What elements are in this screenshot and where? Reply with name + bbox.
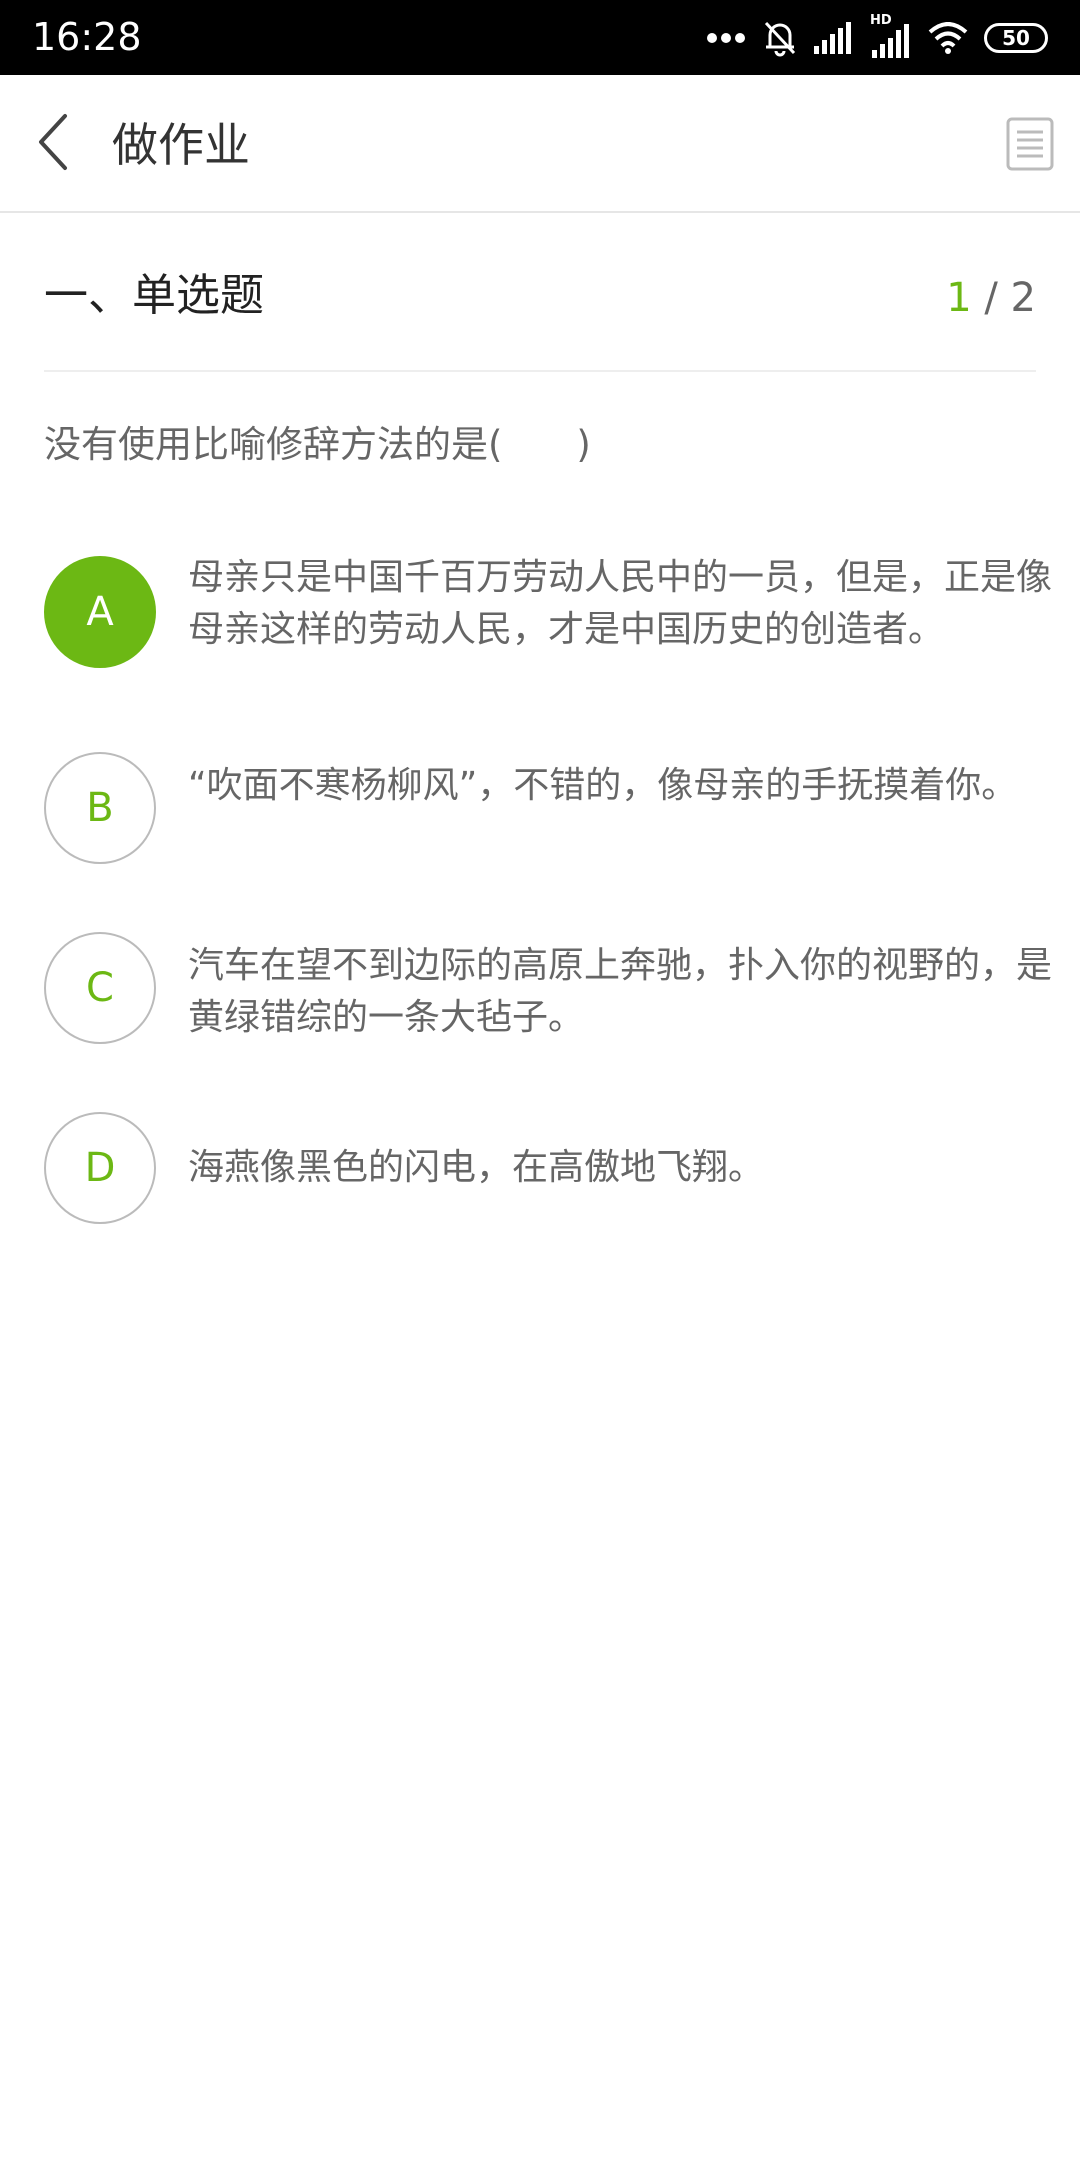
option-d-text[interactable]: 海燕像黑色的闪电，在高傲地飞翔。 [188,1142,1068,1194]
mute-icon [762,19,798,57]
option-b-text[interactable]: “吹面不寒杨柳风”，不错的，像母亲的手抚摸着你。 [188,760,1068,812]
option-a[interactable]: A 母亲只是中国千百万劳动人民中的一员，但是，正是像母亲这样的劳动人民，才是中国… [44,556,1052,696]
back-button[interactable] [22,109,82,179]
question-list-button[interactable] [1006,117,1054,171]
page-title: 做作业 [112,118,250,172]
battery-icon: 50 [984,23,1048,53]
status-icons: HD 50 [706,14,1048,62]
progress-separator: / [971,275,1011,321]
hd-signal-icon: HD [870,14,912,58]
status-time: 16:28 [32,15,142,59]
progress-current: 1 [946,275,972,321]
signal-icon [814,22,854,54]
status-bar: 16:28 HD 50 [0,0,1080,75]
option-d-circle[interactable]: D [44,1112,156,1224]
section-title: 一、单选题 [44,270,264,321]
more-dots-icon [706,32,746,44]
option-b[interactable]: B “吹面不寒杨柳风”，不错的，像母亲的手抚摸着你。 [44,752,1036,866]
section-divider [44,370,1036,372]
question-text: 没有使用比喻修辞方法的是( ) [44,423,591,466]
list-icon [1006,117,1054,175]
option-c-text[interactable]: 汽车在望不到边际的高原上奔驰，扑入你的视野的，是黄绿错综的一条大毡子。 [188,940,1068,1044]
option-b-circle[interactable]: B [44,752,156,864]
app-header: 做作业 [0,75,1080,213]
option-d[interactable]: D 海燕像黑色的闪电，在高傲地飞翔。 [44,1112,1036,1226]
option-a-text[interactable]: 母亲只是中国千百万劳动人民中的一员，但是，正是像母亲这样的劳动人民，才是中国历史… [188,552,1068,682]
option-c[interactable]: C 汽车在望不到边际的高原上奔驰，扑入你的视野的，是黄绿错综的一条大毡子。 [44,932,1052,1046]
option-c-circle[interactable]: C [44,932,156,1044]
progress-total: 2 [1010,275,1036,321]
wifi-icon [928,22,968,54]
chevron-left-icon [35,112,69,176]
question-progress: 1 / 2 [946,268,1036,328]
option-a-circle[interactable]: A [44,556,156,668]
